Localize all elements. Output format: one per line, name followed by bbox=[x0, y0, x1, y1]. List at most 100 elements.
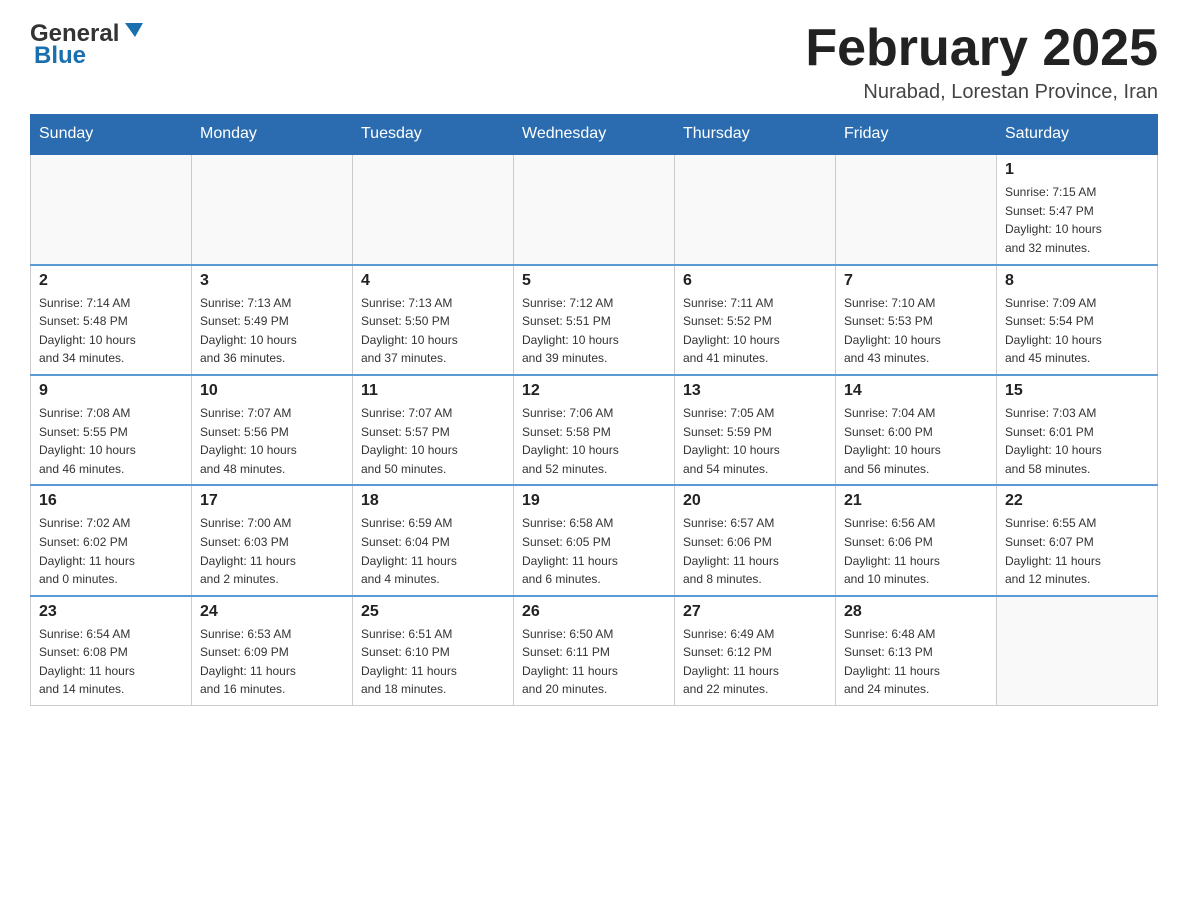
logo-area: General Blue bbox=[30, 20, 147, 70]
calendar-cell: 7 Sunrise: 7:10 AM Sunset: 5:53 PM Daylig… bbox=[836, 265, 997, 375]
weekday-header-friday: Friday bbox=[836, 115, 997, 155]
day-info: Sunrise: 7:02 AM Sunset: 6:02 PM Dayligh… bbox=[39, 514, 183, 588]
calendar-cell: 6 Sunrise: 7:11 AM Sunset: 5:52 PM Daylig… bbox=[675, 265, 836, 375]
calendar-cell bbox=[31, 154, 192, 264]
weekday-header-tuesday: Tuesday bbox=[353, 115, 514, 155]
day-info: Sunrise: 7:07 AM Sunset: 5:57 PM Dayligh… bbox=[361, 404, 505, 478]
day-number: 8 bbox=[1005, 272, 1149, 290]
day-number: 6 bbox=[683, 272, 827, 290]
day-info: Sunrise: 7:03 AM Sunset: 6:01 PM Dayligh… bbox=[1005, 404, 1149, 478]
day-number: 22 bbox=[1005, 492, 1149, 510]
day-number: 16 bbox=[39, 492, 183, 510]
calendar-cell bbox=[192, 154, 353, 264]
logo: General Blue bbox=[30, 20, 147, 70]
calendar-cell: 20 Sunrise: 6:57 AM Sunset: 6:06 PM Dayli… bbox=[675, 485, 836, 595]
day-number: 7 bbox=[844, 272, 988, 290]
day-number: 21 bbox=[844, 492, 988, 510]
calendar-cell: 10 Sunrise: 7:07 AM Sunset: 5:56 PM Dayli… bbox=[192, 375, 353, 485]
day-info: Sunrise: 6:49 AM Sunset: 6:12 PM Dayligh… bbox=[683, 625, 827, 699]
day-number: 13 bbox=[683, 382, 827, 400]
day-number: 17 bbox=[200, 492, 344, 510]
calendar-cell: 12Sunrise: 7:06 AM Sunset: 5:58 PM Dayli… bbox=[514, 375, 675, 485]
calendar-cell: 2Sunrise: 7:14 AM Sunset: 5:48 PM Daylig… bbox=[31, 265, 192, 375]
day-info: Sunrise: 6:56 AM Sunset: 6:06 PM Dayligh… bbox=[844, 514, 988, 588]
calendar-week-row: 1 Sunrise: 7:15 AM Sunset: 5:47 PM Daylig… bbox=[31, 154, 1158, 264]
calendar-cell: 25 Sunrise: 6:51 AM Sunset: 6:10 PM Dayli… bbox=[353, 596, 514, 706]
weekday-header-thursday: Thursday bbox=[675, 115, 836, 155]
calendar-cell: 17 Sunrise: 7:00 AM Sunset: 6:03 PM Dayli… bbox=[192, 485, 353, 595]
calendar-table: SundayMondayTuesdayWednesdayThursdayFrid… bbox=[30, 114, 1158, 706]
day-info: Sunrise: 6:53 AM Sunset: 6:09 PM Dayligh… bbox=[200, 625, 344, 699]
calendar-cell: 15 Sunrise: 7:03 AM Sunset: 6:01 PM Dayli… bbox=[997, 375, 1158, 485]
calendar-cell: 9 Sunrise: 7:08 AM Sunset: 5:55 PM Daylig… bbox=[31, 375, 192, 485]
day-info: Sunrise: 7:12 AM Sunset: 5:51 PM Dayligh… bbox=[522, 294, 666, 368]
calendar-cell bbox=[353, 154, 514, 264]
day-number: 23 bbox=[39, 603, 183, 621]
day-number: 4 bbox=[361, 272, 505, 290]
day-info: Sunrise: 6:57 AM Sunset: 6:06 PM Dayligh… bbox=[683, 514, 827, 588]
calendar-cell: 21 Sunrise: 6:56 AM Sunset: 6:06 PM Dayli… bbox=[836, 485, 997, 595]
day-number: 14 bbox=[844, 382, 988, 400]
day-info: Sunrise: 7:13 AM Sunset: 5:49 PM Dayligh… bbox=[200, 294, 344, 368]
day-info: Sunrise: 7:08 AM Sunset: 5:55 PM Dayligh… bbox=[39, 404, 183, 478]
day-number: 2 bbox=[39, 272, 183, 290]
day-info: Sunrise: 7:09 AM Sunset: 5:54 PM Dayligh… bbox=[1005, 294, 1149, 368]
day-number: 20 bbox=[683, 492, 827, 510]
calendar-cell: 3 Sunrise: 7:13 AM Sunset: 5:49 PM Daylig… bbox=[192, 265, 353, 375]
weekday-header-wednesday: Wednesday bbox=[514, 115, 675, 155]
location-subtitle: Nurabad, Lorestan Province, Iran bbox=[805, 81, 1158, 104]
calendar-cell: 26 Sunrise: 6:50 AM Sunset: 6:11 PM Dayli… bbox=[514, 596, 675, 706]
calendar-cell: 22 Sunrise: 6:55 AM Sunset: 6:07 PM Dayli… bbox=[997, 485, 1158, 595]
weekday-header-row: SundayMondayTuesdayWednesdayThursdayFrid… bbox=[31, 115, 1158, 155]
month-title: February 2025 bbox=[805, 20, 1158, 77]
day-info: Sunrise: 6:51 AM Sunset: 6:10 PM Dayligh… bbox=[361, 625, 505, 699]
calendar-cell: 1 Sunrise: 7:15 AM Sunset: 5:47 PM Daylig… bbox=[997, 154, 1158, 264]
day-info: Sunrise: 6:59 AM Sunset: 6:04 PM Dayligh… bbox=[361, 514, 505, 588]
weekday-header-sunday: Sunday bbox=[31, 115, 192, 155]
day-info: Sunrise: 7:10 AM Sunset: 5:53 PM Dayligh… bbox=[844, 294, 988, 368]
day-info: Sunrise: 7:04 AM Sunset: 6:00 PM Dayligh… bbox=[844, 404, 988, 478]
weekday-header-monday: Monday bbox=[192, 115, 353, 155]
page-header: General Blue February 2025 Nurabad, Lore… bbox=[30, 20, 1158, 104]
calendar-week-row: 16 Sunrise: 7:02 AM Sunset: 6:02 PM Dayli… bbox=[31, 485, 1158, 595]
calendar-cell bbox=[997, 596, 1158, 706]
calendar-cell bbox=[836, 154, 997, 264]
calendar-cell: 8 Sunrise: 7:09 AM Sunset: 5:54 PM Daylig… bbox=[997, 265, 1158, 375]
day-info: Sunrise: 6:54 AM Sunset: 6:08 PM Dayligh… bbox=[39, 625, 183, 699]
day-number: 25 bbox=[361, 603, 505, 621]
calendar-cell: 23 Sunrise: 6:54 AM Sunset: 6:08 PM Dayli… bbox=[31, 596, 192, 706]
calendar-cell: 24Sunrise: 6:53 AM Sunset: 6:09 PM Dayli… bbox=[192, 596, 353, 706]
day-number: 9 bbox=[39, 382, 183, 400]
day-number: 18 bbox=[361, 492, 505, 510]
day-info: Sunrise: 7:00 AM Sunset: 6:03 PM Dayligh… bbox=[200, 514, 344, 588]
day-info: Sunrise: 7:07 AM Sunset: 5:56 PM Dayligh… bbox=[200, 404, 344, 478]
logo-blue-text: Blue bbox=[34, 42, 86, 70]
day-number: 5 bbox=[522, 272, 666, 290]
calendar-week-row: 9 Sunrise: 7:08 AM Sunset: 5:55 PM Daylig… bbox=[31, 375, 1158, 485]
calendar-cell: 13 Sunrise: 7:05 AM Sunset: 5:59 PM Dayli… bbox=[675, 375, 836, 485]
day-info: Sunrise: 7:15 AM Sunset: 5:47 PM Dayligh… bbox=[1005, 183, 1149, 257]
day-info: Sunrise: 7:11 AM Sunset: 5:52 PM Dayligh… bbox=[683, 294, 827, 368]
day-info: Sunrise: 6:55 AM Sunset: 6:07 PM Dayligh… bbox=[1005, 514, 1149, 588]
day-number: 26 bbox=[522, 603, 666, 621]
day-number: 28 bbox=[844, 603, 988, 621]
day-info: Sunrise: 7:06 AM Sunset: 5:58 PM Dayligh… bbox=[522, 404, 666, 478]
day-info: Sunrise: 6:50 AM Sunset: 6:11 PM Dayligh… bbox=[522, 625, 666, 699]
day-number: 19 bbox=[522, 492, 666, 510]
day-number: 1 bbox=[1005, 161, 1149, 179]
calendar-cell: 18 Sunrise: 6:59 AM Sunset: 6:04 PM Dayli… bbox=[353, 485, 514, 595]
day-number: 15 bbox=[1005, 382, 1149, 400]
calendar-cell: 19 Sunrise: 6:58 AM Sunset: 6:05 PM Dayli… bbox=[514, 485, 675, 595]
calendar-week-row: 2Sunrise: 7:14 AM Sunset: 5:48 PM Daylig… bbox=[31, 265, 1158, 375]
day-info: Sunrise: 6:58 AM Sunset: 6:05 PM Dayligh… bbox=[522, 514, 666, 588]
day-number: 3 bbox=[200, 272, 344, 290]
day-info: Sunrise: 7:13 AM Sunset: 5:50 PM Dayligh… bbox=[361, 294, 505, 368]
day-info: Sunrise: 6:48 AM Sunset: 6:13 PM Dayligh… bbox=[844, 625, 988, 699]
calendar-cell bbox=[514, 154, 675, 264]
weekday-header-saturday: Saturday bbox=[997, 115, 1158, 155]
day-number: 10 bbox=[200, 382, 344, 400]
calendar-week-row: 23 Sunrise: 6:54 AM Sunset: 6:08 PM Dayli… bbox=[31, 596, 1158, 706]
title-area: February 2025 Nurabad, Lorestan Province… bbox=[805, 20, 1158, 104]
day-number: 11 bbox=[361, 382, 505, 400]
day-info: Sunrise: 7:05 AM Sunset: 5:59 PM Dayligh… bbox=[683, 404, 827, 478]
